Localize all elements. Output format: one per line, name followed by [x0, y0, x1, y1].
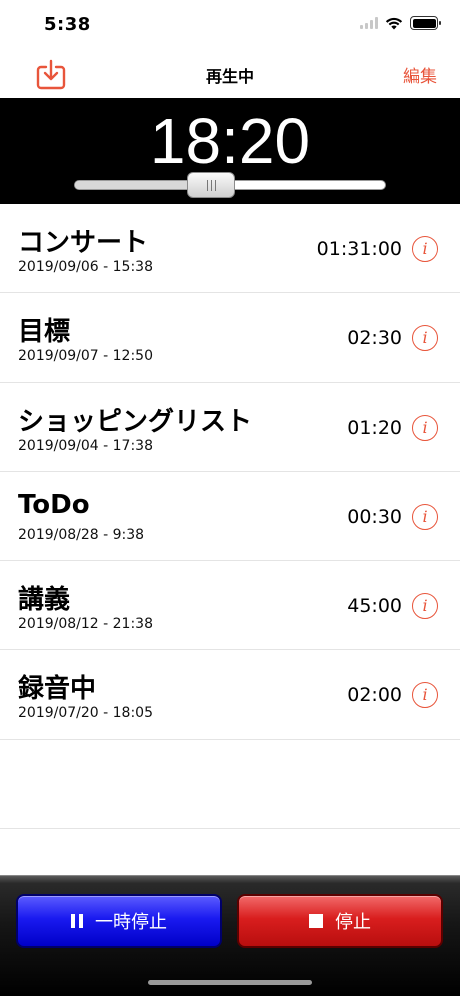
recording-title: 録音中: [18, 674, 97, 705]
navigation-bar: 再生中 編集: [0, 52, 460, 98]
recording-date: 2019/08/28 - 9:38: [18, 526, 145, 543]
recording-duration: 01:20: [347, 416, 402, 439]
recording-date: 2019/09/06 - 15:38: [18, 259, 153, 275]
recording-title: コンサート: [18, 228, 149, 258]
cellular-signal-icon: [360, 17, 378, 29]
list-item[interactable]: ショッピングリスト 2019/09/04 - 17:38 01:20 i: [0, 383, 460, 472]
list-item[interactable]: 講義 2019/08/12 - 21:38 45:00 i: [0, 561, 460, 651]
info-icon[interactable]: i: [412, 325, 438, 352]
wifi-icon: [385, 17, 403, 30]
page-title: 再生中: [205, 67, 254, 86]
recording-title: ショッピングリスト: [18, 406, 253, 437]
recording-title: 目標: [18, 317, 71, 348]
recording-date: 2019/09/07 - 12:50: [18, 348, 153, 365]
recording-duration: 02:30: [347, 327, 402, 350]
recording-duration: 01:31:00: [316, 238, 402, 260]
player-panel: 18:20: [0, 98, 460, 204]
pause-icon: [71, 914, 83, 928]
empty-list-row: [0, 740, 460, 830]
list-item[interactable]: 目標 2019/09/07 - 12:50 02:30 i: [0, 293, 460, 383]
bottom-toolbar: 一時停止 停止: [0, 875, 460, 996]
status-time: 5:38: [44, 14, 91, 35]
recording-list: コンサート 2019/09/06 - 15:38 01:31:00 i 目標 2…: [0, 204, 460, 830]
stop-button[interactable]: 停止: [237, 894, 443, 948]
info-icon[interactable]: i: [412, 503, 438, 530]
recording-title: ToDo: [18, 489, 90, 520]
home-indicator[interactable]: [148, 980, 312, 985]
pause-button[interactable]: 一時停止: [16, 894, 222, 948]
info-icon[interactable]: i: [412, 414, 438, 441]
battery-icon: [410, 16, 441, 30]
info-icon[interactable]: i: [412, 593, 438, 620]
status-bar: 5:38: [0, 0, 460, 52]
stop-button-label: 停止: [335, 912, 371, 933]
stop-icon: [309, 914, 323, 928]
recording-title: 講義: [18, 585, 71, 616]
info-icon[interactable]: i: [412, 236, 438, 262]
playback-time: 18:20: [149, 105, 311, 177]
recording-date: 2019/09/04 - 17:38: [18, 437, 153, 454]
recording-date: 2019/07/20 - 18:05: [18, 705, 153, 722]
edit-button[interactable]: 編集: [403, 62, 437, 87]
recording-duration: 45:00: [347, 595, 402, 618]
recording-duration: 00:30: [347, 505, 402, 528]
playback-slider-thumb[interactable]: [187, 172, 236, 198]
pause-button-label: 一時停止: [95, 912, 167, 933]
list-item[interactable]: ToDo 2019/08/28 - 9:38 00:30 i: [0, 472, 460, 562]
recording-date: 2019/08/12 - 21:38: [18, 616, 153, 633]
info-icon[interactable]: i: [412, 682, 438, 709]
status-icons: [360, 16, 441, 30]
recording-duration: 02:00: [347, 684, 402, 707]
list-item[interactable]: 録音中 2019/07/20 - 18:05 02:00 i: [0, 650, 460, 740]
list-item[interactable]: コンサート 2019/09/06 - 15:38 01:31:00 i: [0, 204, 460, 294]
